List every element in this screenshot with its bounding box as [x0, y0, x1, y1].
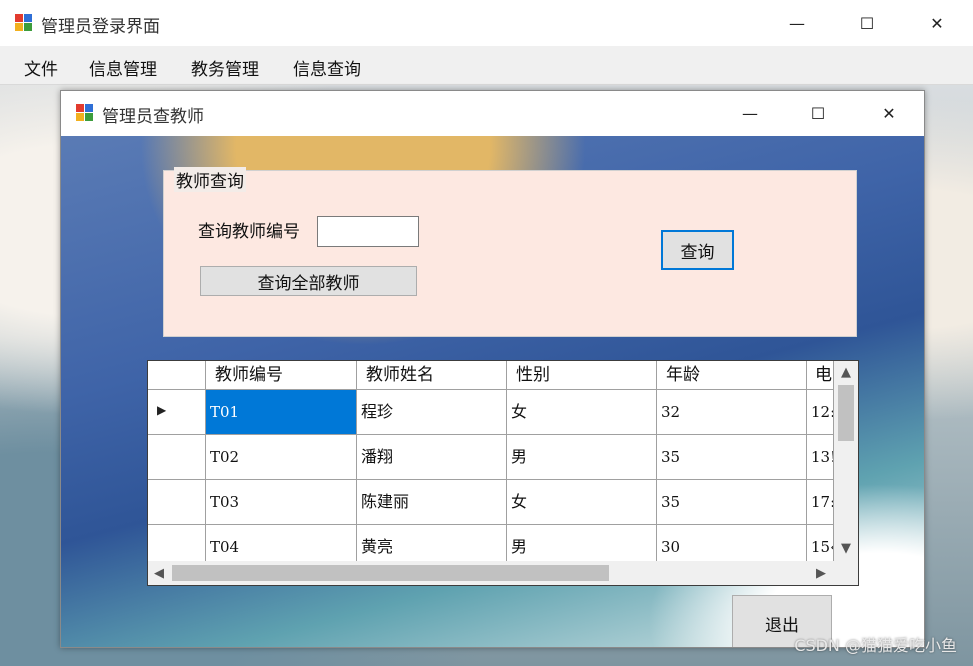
menu-info-management[interactable]: 信息管理 [89, 55, 157, 80]
table-cell-name[interactable]: 陈建丽 [357, 480, 507, 525]
close-button[interactable]: ✕ [914, 7, 960, 39]
column-header-phone[interactable]: 电 [807, 361, 834, 390]
close-icon: ✕ [930, 13, 944, 33]
group-title: 教师查询 [174, 167, 246, 192]
menu-file[interactable]: 文件 [24, 55, 58, 80]
table-cell-id[interactable]: T02 [206, 435, 357, 480]
child-minimize-button[interactable]: — [727, 97, 773, 129]
maximize-button[interactable]: ☐ [844, 7, 890, 39]
column-header-teacher-name[interactable]: 教师姓名 [357, 361, 507, 390]
minimize-button[interactable]: — [774, 7, 820, 39]
minimize-icon: — [742, 103, 758, 123]
horizontal-scrollbar[interactable]: ◀ ▶ [148, 561, 834, 585]
table-cell-id[interactable]: T01 [206, 390, 357, 435]
teacher-data-grid[interactable]: 教师编号 教师姓名 性别 年龄 电 ▶ T01 程珍 女 32 12: T02 … [147, 360, 859, 586]
watermark: CSDN @猫猫爱吃小鱼 [794, 636, 957, 655]
scroll-up-icon[interactable]: ▲ [834, 361, 858, 383]
column-header-gender[interactable]: 性别 [507, 361, 657, 390]
main-window: 管理员登录界面 — ☐ ✕ 文件 信息管理 教务管理 信息查询 管理员查教师 —… [0, 0, 973, 666]
teacher-query-group: 教师查询 查询教师编号 查询 查询全部教师 [163, 167, 857, 337]
table-cell-gender[interactable]: 女 [507, 390, 657, 435]
child-title-bar: 管理员查教师 — ☐ ✕ [61, 91, 924, 136]
maximize-icon: ☐ [859, 13, 875, 33]
child-window-title: 管理员查教师 [102, 107, 204, 127]
main-title-bar: 管理员登录界面 — ☐ ✕ [0, 0, 973, 46]
scroll-right-icon[interactable]: ▶ [810, 561, 832, 585]
row-header[interactable]: ▶ [148, 390, 206, 435]
table-cell-name[interactable]: 潘翔 [357, 435, 507, 480]
main-window-title: 管理员登录界面 [41, 17, 160, 37]
vertical-scroll-thumb[interactable] [838, 385, 854, 441]
scroll-left-icon[interactable]: ◀ [148, 561, 170, 585]
table-cell-phone[interactable]: 12: [807, 390, 834, 435]
table-cell-gender[interactable]: 女 [507, 480, 657, 525]
vertical-scrollbar[interactable]: ▲ ▼ [834, 361, 858, 561]
table-cell-name[interactable]: 程珍 [357, 390, 507, 435]
maximize-icon: ☐ [810, 103, 826, 123]
table-cell-id[interactable]: T03 [206, 480, 357, 525]
table-cell-age[interactable]: 32 [657, 390, 807, 435]
current-row-icon: ▶ [157, 403, 167, 417]
menu-bar: 文件 信息管理 教务管理 信息查询 [0, 46, 973, 85]
horizontal-scroll-thumb[interactable] [172, 565, 609, 581]
row-header[interactable] [148, 435, 206, 480]
scroll-down-icon[interactable]: ▼ [834, 537, 858, 559]
scrollbar-corner [834, 561, 858, 585]
query-all-teachers-button[interactable]: 查询全部教师 [200, 266, 417, 296]
table-cell-phone[interactable]: 17: [807, 480, 834, 525]
child-maximize-button[interactable]: ☐ [795, 97, 841, 129]
child-close-button[interactable]: ✕ [866, 97, 912, 129]
table-cell-age[interactable]: 35 [657, 480, 807, 525]
app-icon [15, 14, 33, 32]
child-window: 管理员查教师 — ☐ ✕ 教师查询 查询教师编号 查询 查询全部教师 教师编号 … [60, 90, 925, 648]
table-cell-age[interactable]: 35 [657, 435, 807, 480]
column-header-age[interactable]: 年龄 [657, 361, 807, 390]
menu-academic-management[interactable]: 教务管理 [191, 55, 259, 80]
child-client-area: 教师查询 查询教师编号 查询 查询全部教师 教师编号 教师姓名 性别 年龄 电 … [61, 136, 924, 647]
teacher-id-label: 查询教师编号 [198, 222, 300, 242]
menu-info-query[interactable]: 信息查询 [293, 55, 361, 80]
minimize-icon: — [789, 13, 805, 33]
column-header-teacher-id[interactable]: 教师编号 [206, 361, 357, 390]
query-button[interactable]: 查询 [661, 230, 734, 270]
grid-corner-header [148, 361, 206, 390]
table-cell-gender[interactable]: 男 [507, 435, 657, 480]
table-cell-phone[interactable]: 13! [807, 435, 834, 480]
close-icon: ✕ [882, 103, 896, 123]
teacher-id-input[interactable] [317, 216, 419, 247]
child-app-icon [76, 104, 94, 122]
row-header[interactable] [148, 480, 206, 525]
